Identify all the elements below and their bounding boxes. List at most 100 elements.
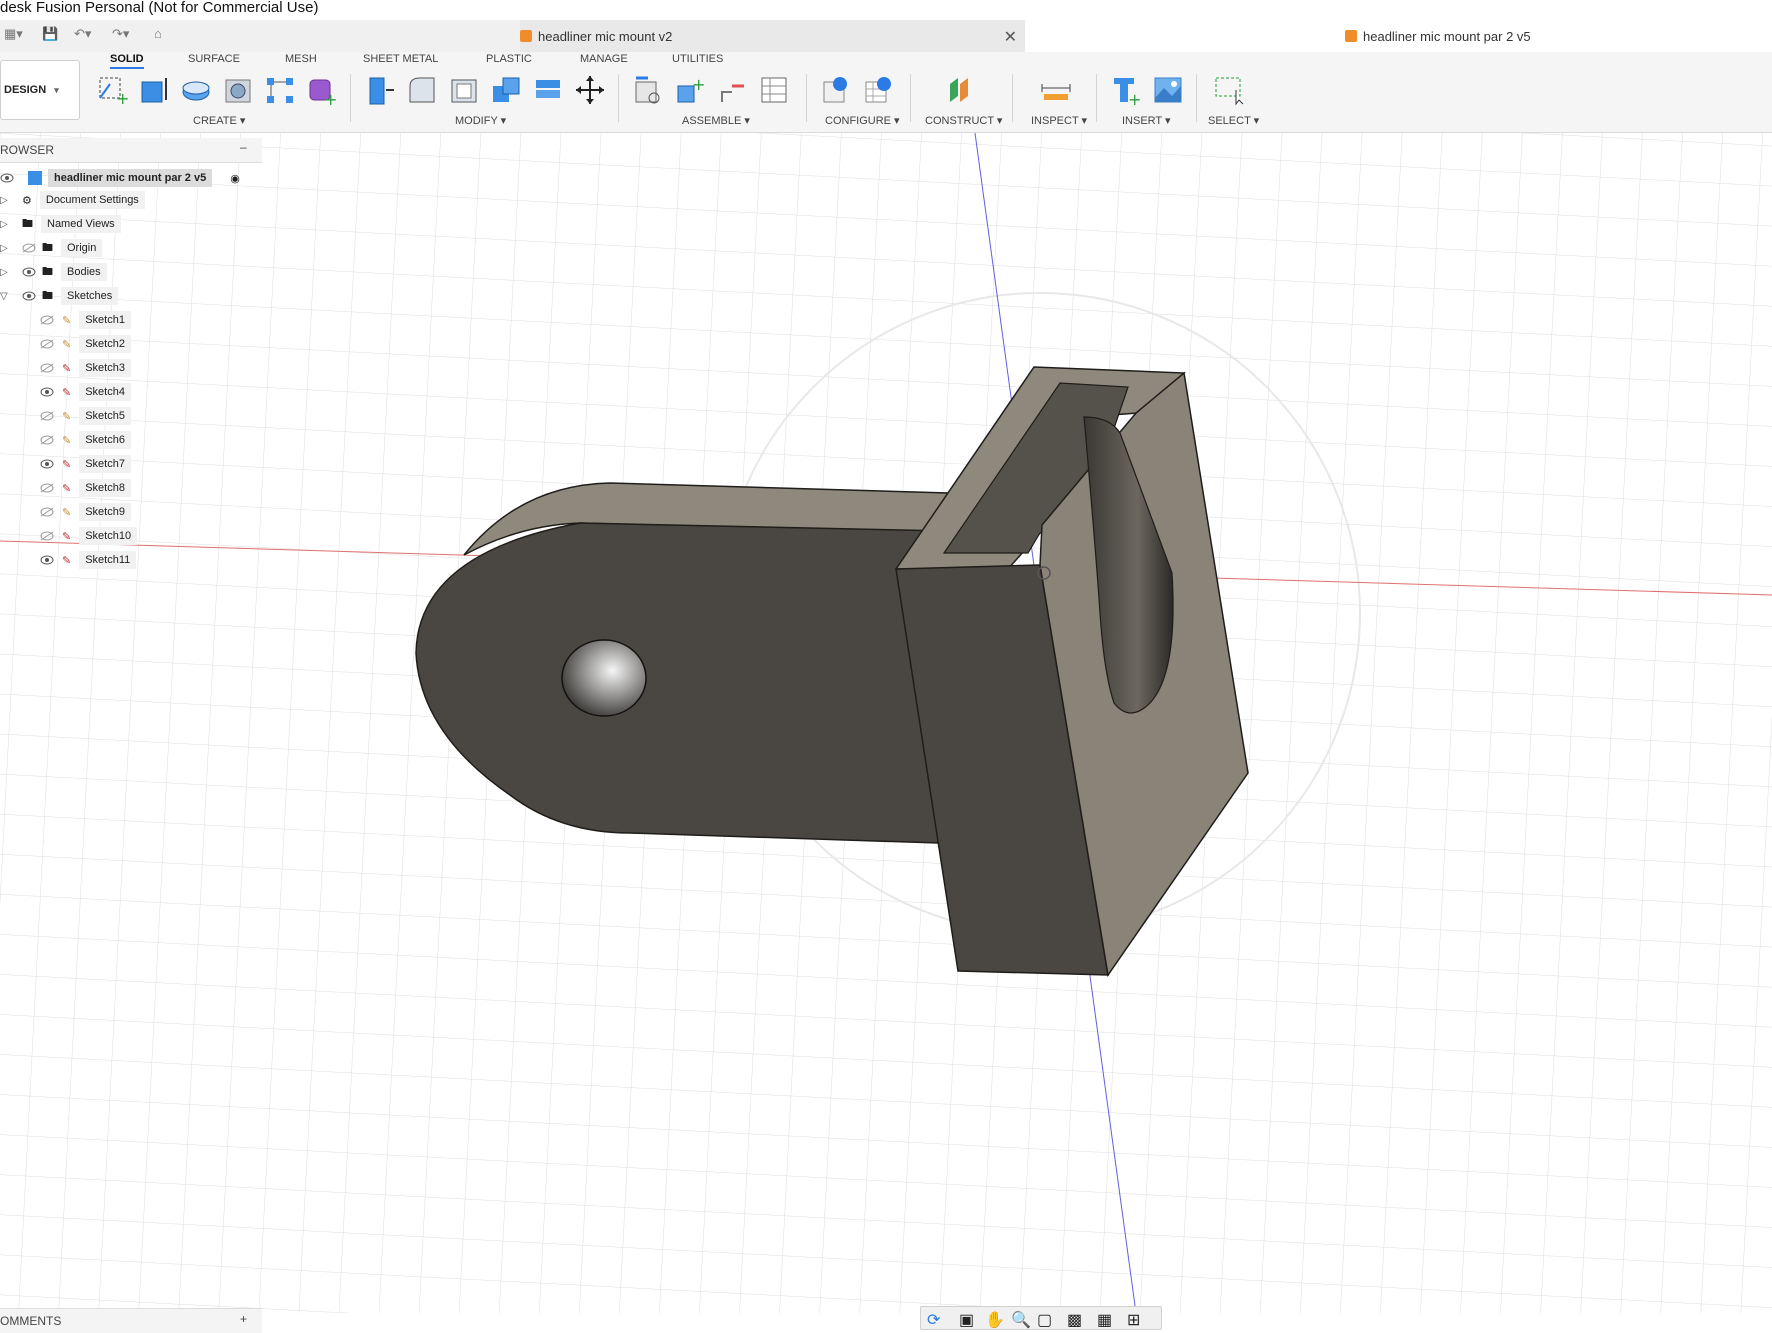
zoom-icon[interactable]: 🔍 (1011, 1310, 1031, 1329)
revolve-icon[interactable] (180, 74, 212, 106)
pan-icon[interactable]: ✋ (985, 1310, 1005, 1329)
create-form-icon[interactable]: + (306, 74, 338, 106)
chevron-down-icon[interactable]: ▽ (0, 291, 22, 302)
tab-surface[interactable]: SURFACE (188, 53, 240, 65)
sketch-item[interactable]: ✎ Sketch7 (40, 453, 131, 475)
browser-panel: ROWSER – headliner mic mount par 2 v5 ◉ … (0, 138, 262, 578)
visibility-eye-icon[interactable] (40, 459, 54, 469)
chevron-right-icon[interactable]: ▷ (0, 267, 22, 278)
tab-sheet-metal[interactable]: SHEET METAL (363, 53, 438, 65)
viewports-icon[interactable]: ⊞ (1127, 1310, 1143, 1329)
sketch-item[interactable]: ✎ Sketch3 (40, 357, 131, 379)
visibility-eye-icon[interactable] (40, 555, 54, 565)
sketch-item[interactable]: ✎ Sketch9 (40, 501, 131, 523)
fit-icon[interactable]: ▢ (1037, 1310, 1053, 1329)
new-component-icon[interactable] (632, 74, 664, 106)
hidden-eye-icon[interactable] (40, 435, 54, 445)
sketch-item[interactable]: ✎ Sketch5 (40, 405, 131, 427)
combine-icon[interactable] (490, 74, 522, 106)
group-configure[interactable]: CONFIGURE ▾ (825, 114, 900, 127)
redo-icon[interactable]: ↷▾ (112, 26, 129, 42)
group-create[interactable]: CREATE ▾ (193, 114, 245, 127)
sketch-item[interactable]: ✎ Sketch2 (40, 333, 131, 355)
configure-icon[interactable] (820, 74, 852, 106)
group-inspect[interactable]: INSPECT ▾ (1031, 114, 1087, 127)
bill-of-materials-icon[interactable] (758, 74, 790, 106)
tab-solid[interactable]: SOLID (110, 53, 144, 69)
chevron-right-icon[interactable]: ▷ (0, 243, 22, 254)
shell-icon[interactable] (448, 74, 480, 106)
group-select[interactable]: SELECT ▾ (1208, 114, 1259, 127)
model-view[interactable] (0, 132, 1772, 1314)
browser-item-document-settings[interactable]: ▷ ⚙ Document Settings (0, 189, 145, 211)
hidden-eye-icon[interactable] (40, 531, 54, 541)
browser-root-item[interactable]: headliner mic mount par 2 v5 ◉ (0, 167, 240, 189)
as-built-joint-icon[interactable] (716, 74, 748, 106)
extrude-icon[interactable] (138, 74, 170, 106)
sketch-item[interactable]: ✎ Sketch1 (40, 309, 131, 331)
hidden-eye-icon[interactable] (40, 483, 54, 493)
close-icon[interactable]: ✕ (1004, 27, 1017, 47)
home-icon[interactable]: ⌂ (154, 26, 162, 41)
browser-item-origin[interactable]: ▷ 🖿 Origin (0, 237, 103, 259)
tab-utilities[interactable]: UTILITIES (672, 53, 723, 65)
hidden-eye-icon[interactable] (40, 507, 54, 517)
select-icon[interactable] (1214, 74, 1246, 106)
hidden-eye-icon[interactable] (40, 363, 54, 373)
browser-item-named-views[interactable]: ▷ 🖿 Named Views (0, 213, 121, 235)
create-sketch-icon[interactable]: + (96, 74, 128, 106)
undo-icon[interactable]: ↶▾ (74, 26, 91, 42)
browser-item-bodies[interactable]: ▷ 🖿 Bodies (0, 261, 107, 283)
file-menu-icon[interactable]: ▦▾ (4, 26, 23, 42)
sketch-icon: ✎ (62, 434, 72, 447)
visibility-eye-icon[interactable] (40, 387, 54, 397)
press-pull-icon[interactable] (364, 74, 396, 106)
canvas-viewport[interactable] (0, 132, 1772, 1314)
offset-plane-icon[interactable] (944, 74, 976, 106)
orbit-icon[interactable]: ⟳ (927, 1310, 943, 1329)
chevron-right-icon[interactable]: ▷ (0, 219, 18, 230)
insert-derive-icon[interactable]: + (1110, 74, 1142, 106)
group-insert[interactable]: INSERT ▾ (1122, 114, 1171, 127)
hidden-eye-icon[interactable] (40, 339, 54, 349)
group-modify[interactable]: MODIFY ▾ (455, 114, 506, 127)
tab-mesh[interactable]: MESH (285, 53, 317, 65)
sketch-item[interactable]: ✎ Sketch10 (40, 525, 138, 547)
visibility-eye-icon[interactable] (22, 267, 36, 277)
pattern-icon[interactable] (264, 74, 296, 106)
tab-manage[interactable]: MANAGE (580, 53, 628, 65)
move-icon[interactable] (574, 74, 606, 106)
collapse-panel-icon[interactable]: – (240, 140, 247, 154)
tab-headliner-mic-mount-v2[interactable]: headliner mic mount v2 ✕ (520, 20, 1025, 52)
hidden-eye-icon[interactable] (40, 411, 54, 421)
grid-settings-icon[interactable]: ▦ (1097, 1310, 1113, 1329)
add-comment-icon[interactable]: + (240, 1312, 247, 1326)
display-settings-icon[interactable]: ▩ (1067, 1310, 1083, 1329)
sketch-item[interactable]: ✎ Sketch4 (40, 381, 131, 403)
joint-icon[interactable]: + (674, 74, 706, 106)
tab-plastic[interactable]: PLASTIC (486, 53, 532, 65)
hidden-eye-icon[interactable] (40, 315, 54, 325)
visibility-eye-icon[interactable] (22, 291, 36, 301)
workspace-switcher[interactable]: DESIGN ▾ (0, 60, 80, 120)
save-icon[interactable]: 💾 (42, 26, 58, 42)
sketch-item[interactable]: ✎ Sketch8 (40, 477, 131, 499)
comments-panel[interactable]: OMMENTS + (0, 1308, 262, 1333)
fillet-icon[interactable] (406, 74, 438, 106)
sketch-item[interactable]: ✎ Sketch6 (40, 429, 131, 451)
group-construct[interactable]: CONSTRUCT ▾ (925, 114, 1002, 127)
insert-canvas-icon[interactable] (1152, 74, 1184, 106)
tab-headliner-mic-mount-par-2[interactable]: headliner mic mount par 2 v5 (1025, 20, 1772, 52)
configuration-table-icon[interactable] (862, 74, 894, 106)
chevron-right-icon[interactable]: ▷ (0, 195, 18, 206)
browser-item-sketches[interactable]: ▽ 🖿 Sketches (0, 285, 119, 307)
measure-icon[interactable] (1040, 74, 1072, 106)
group-assemble[interactable]: ASSEMBLE ▾ (682, 114, 750, 127)
hole-icon[interactable] (222, 74, 254, 106)
visibility-eye-icon[interactable] (0, 173, 14, 183)
look-at-icon[interactable]: ▣ (959, 1310, 975, 1329)
sketch-item[interactable]: ✎ Sketch11 (40, 549, 137, 571)
offset-face-icon[interactable] (532, 74, 564, 106)
activate-radio-icon[interactable]: ◉ (230, 172, 240, 185)
hidden-eye-icon[interactable] (22, 243, 36, 253)
